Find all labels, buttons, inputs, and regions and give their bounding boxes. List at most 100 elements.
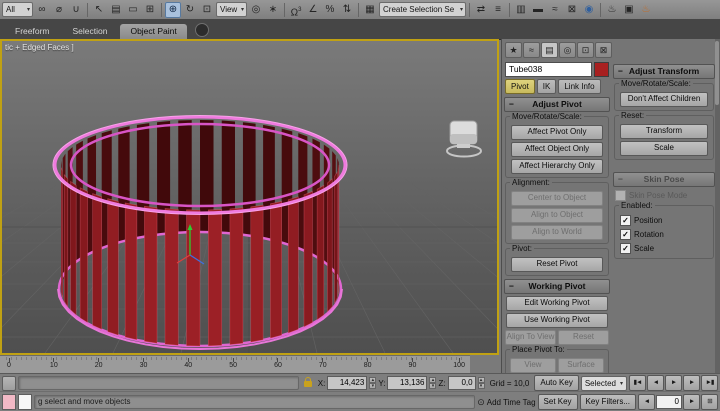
auto-key-button[interactable]: Auto Key	[534, 375, 578, 391]
track-bar[interactable]: 0102030405060708090100	[0, 355, 470, 374]
ribbon-menu-button[interactable]	[195, 23, 209, 37]
align-to-object-button[interactable]: Align to Object	[511, 208, 603, 223]
previous-key-button[interactable]: ◄	[638, 394, 655, 410]
object-color-swatch[interactable]	[594, 62, 609, 77]
align-icon[interactable]: ≡	[490, 2, 506, 18]
rendered-frame-window-icon[interactable]: ▣	[621, 2, 637, 18]
object-name-field[interactable]: Tube038	[505, 62, 592, 77]
angle-snap-icon[interactable]: ∠	[305, 2, 321, 18]
reset-pivot-button[interactable]: Reset Pivot	[511, 257, 603, 272]
checkbox-box[interactable]	[615, 190, 626, 201]
y-spinner[interactable]: ▴▾	[429, 377, 436, 389]
render-setup-icon[interactable]: ♨	[604, 2, 620, 18]
select-object-icon[interactable]: ↖	[91, 2, 107, 18]
rollout-skin-pose[interactable]: − Skin Pose	[613, 172, 715, 187]
next-key-button[interactable]: ►	[683, 394, 700, 410]
place-pivot-surface-button[interactable]: Surface	[558, 358, 604, 373]
edit-working-pivot-button[interactable]: Edit Working Pivot	[506, 296, 608, 311]
skin-pose-mode-checkbox[interactable]: Skin Pose Mode	[615, 190, 713, 201]
tab-modify-icon[interactable]: ≈	[523, 42, 540, 58]
position-checkbox[interactable]: ✓ Position	[620, 215, 708, 226]
tab-utilities-icon[interactable]: ⊠	[595, 42, 612, 58]
ribbon-tab-freeform[interactable]: Freeform	[5, 24, 59, 39]
set-key-button[interactable]: Set Key	[538, 394, 578, 410]
viewport[interactable]: tic + Edged Faces ]	[0, 39, 499, 355]
selection-lock-icon[interactable]	[304, 381, 312, 387]
select-and-manipulate-icon[interactable]: ∗	[265, 2, 281, 18]
play-button[interactable]: ►	[665, 375, 682, 391]
align-to-view-button[interactable]: Align To View	[505, 330, 556, 345]
graphite-ribbon-toggle-icon[interactable]: ▬	[530, 2, 546, 18]
viewport-shading-label[interactable]: tic + Edged Faces ]	[5, 43, 74, 52]
reset-transform-button[interactable]: Transform	[620, 124, 708, 139]
rotation-checkbox[interactable]: ✓ Rotation	[620, 229, 708, 240]
rollout-working-pivot[interactable]: − Working Pivot	[504, 279, 610, 294]
center-to-object-button[interactable]: Center to Object	[511, 191, 603, 206]
time-configuration-button[interactable]: ⊞	[701, 394, 718, 410]
rollout-adjust-pivot[interactable]: − Adjust Pivot	[504, 97, 610, 112]
use-working-pivot-button[interactable]: Use Working Pivot	[506, 313, 608, 328]
tab-hierarchy-icon[interactable]: ▤	[541, 42, 558, 58]
select-and-rotate-icon[interactable]: ↻	[182, 2, 198, 18]
tab-ik[interactable]: IK	[537, 79, 557, 94]
z-coordinate-field[interactable]: 0,0	[448, 376, 476, 390]
x-coordinate-field[interactable]: 14,423	[327, 376, 367, 390]
affect-hierarchy-only-button[interactable]: Affect Hierarchy Only	[511, 159, 603, 174]
select-and-link-icon[interactable]: ∞	[34, 2, 50, 18]
tab-display-icon[interactable]: ⊡	[577, 42, 594, 58]
named-selection-set-dropdown[interactable]: Create Selection Se▾	[379, 2, 466, 17]
affect-object-only-button[interactable]: Affect Object Only	[511, 142, 603, 157]
snaps-toggle-icon[interactable]: Ω3	[288, 2, 304, 18]
select-and-scale-icon[interactable]: ⊡	[199, 2, 215, 18]
percent-snap-icon[interactable]: %	[322, 2, 338, 18]
tab-motion-icon[interactable]: ◎	[559, 42, 576, 58]
ribbon-tab-selection[interactable]: Selection	[62, 24, 117, 39]
schematic-view-icon[interactable]: ⊠	[564, 2, 580, 18]
affect-pivot-only-button[interactable]: Affect Pivot Only	[511, 125, 603, 140]
bind-to-space-warp-icon[interactable]: ∪	[68, 2, 84, 18]
next-frame-button[interactable]: ►	[683, 375, 700, 391]
checkbox-box[interactable]: ✓	[620, 243, 631, 254]
ribbon-tab-object-paint[interactable]: Object Paint	[120, 24, 186, 39]
curve-editor-icon[interactable]: ≈	[547, 2, 563, 18]
material-editor-icon[interactable]: ◉	[581, 2, 597, 18]
reset-working-pivot-button[interactable]: Reset	[558, 330, 609, 345]
previous-frame-button[interactable]: ◄	[647, 375, 664, 391]
select-and-move-icon[interactable]: ⊕	[165, 2, 181, 18]
viewport-canvas[interactable]	[2, 41, 497, 353]
select-by-name-icon[interactable]: ▤	[108, 2, 124, 18]
checkbox-box[interactable]: ✓	[620, 215, 631, 226]
window-crossing-icon[interactable]: ⊞	[142, 2, 158, 18]
rectangular-selection-region-icon[interactable]: ▭	[125, 2, 141, 18]
mirror-icon[interactable]: ⇄	[473, 2, 489, 18]
add-time-tag-label[interactable]: Add Time Tag	[487, 398, 536, 407]
reset-scale-button[interactable]: Scale	[620, 141, 708, 156]
use-pivot-point-center-icon[interactable]: ◎	[248, 2, 264, 18]
rollout-adjust-transform[interactable]: − Adjust Transform	[613, 64, 715, 79]
checkbox-box[interactable]: ✓	[620, 229, 631, 240]
edit-named-selection-sets-icon[interactable]: ▦	[362, 2, 378, 18]
trackbar-mini-button[interactable]	[2, 376, 16, 391]
render-production-icon[interactable]: ♨	[638, 2, 654, 18]
key-selection-dropdown[interactable]: Selected▾	[581, 376, 627, 391]
unlink-selection-icon[interactable]: ⌀	[51, 2, 67, 18]
spinner-snap-icon[interactable]: ⇅	[339, 2, 355, 18]
scrollbar-thumb[interactable]	[715, 41, 719, 105]
macro-recor​der-mini-listener[interactable]	[2, 394, 16, 410]
scale-checkbox[interactable]: ✓ Scale	[620, 243, 708, 254]
layer-manager-icon[interactable]: ▥	[513, 2, 529, 18]
place-pivot-view-button[interactable]: View	[510, 358, 556, 373]
z-spinner[interactable]: ▴▾	[478, 377, 485, 389]
maxscript-mini-listener[interactable]	[18, 394, 32, 410]
tab-create-icon[interactable]: ★	[505, 42, 522, 58]
key-filters-button[interactable]: Key Filters...	[580, 394, 636, 410]
dont-affect-children-button[interactable]: Don't Affect Children	[620, 92, 708, 107]
tab-pivot[interactable]: Pivot	[505, 79, 535, 94]
tab-link-info[interactable]: Link Info	[558, 79, 600, 94]
x-spinner[interactable]: ▴▾	[369, 377, 376, 389]
align-to-world-button[interactable]: Align to World	[511, 225, 603, 240]
selection-filter-dropdown[interactable]: All▾	[2, 2, 33, 17]
reference-coordinate-system-dropdown[interactable]: View▾	[216, 2, 247, 17]
frame-field[interactable]: 0	[656, 395, 682, 409]
go-to-end-button[interactable]: ►▮	[701, 375, 718, 391]
